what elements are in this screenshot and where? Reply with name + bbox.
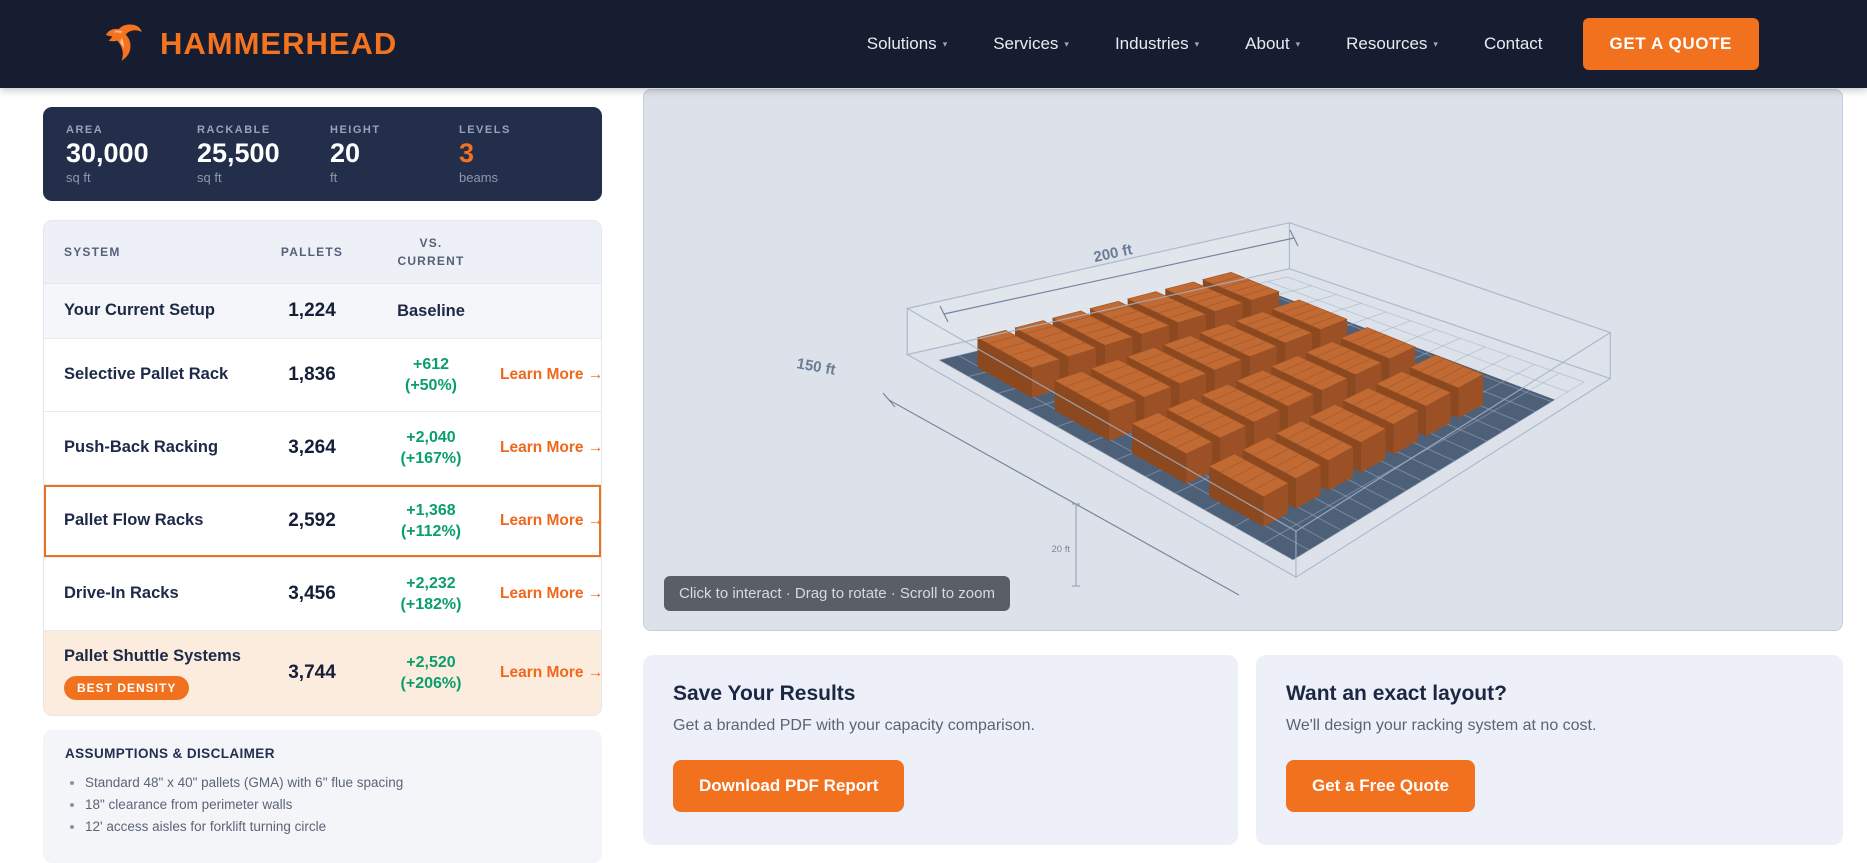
system-name: Pallet Shuttle Systems bbox=[64, 647, 241, 665]
navbar: HAMMERHEAD Solutions ▾ Services ▾ Industries… bbox=[0, 0, 1867, 88]
save-results-subtitle: Get a branded PDF with your capacity com… bbox=[673, 717, 1035, 734]
learn-more-link[interactable]: Learn More → bbox=[500, 439, 601, 456]
stat-rackable: RACKABLE 25,500 sq ft bbox=[197, 124, 330, 185]
learn-more-link[interactable]: Learn More → bbox=[500, 585, 601, 602]
viewport-hint-tooltip: Click to interact · Drag to rotate · Scr… bbox=[664, 576, 1010, 611]
stat-unit: beams bbox=[459, 169, 499, 185]
brand-logo[interactable]: HAMMERHEAD bbox=[100, 19, 397, 70]
get-a-quote-button[interactable]: GET A QUOTE bbox=[1582, 18, 1759, 70]
nav-item-resources[interactable]: Resources ▾ bbox=[1346, 34, 1438, 54]
vs-percent: (+182%) bbox=[400, 596, 462, 613]
hammerhead-shark-icon bbox=[100, 19, 146, 70]
nav-item-industries[interactable]: Industries ▾ bbox=[1115, 34, 1199, 54]
col-header-system: SYSTEM bbox=[64, 245, 121, 259]
table-row[interactable]: Pallet Shuttle Systems BEST DENSITY 3,744 +… bbox=[44, 630, 601, 716]
save-results-title: Save Your Results bbox=[673, 682, 856, 705]
system-name: Selective Pallet Rack bbox=[64, 365, 229, 384]
col-header-pallets: PALLETS bbox=[280, 245, 344, 259]
assumption-bullet: 18" clearance from perimeter walls bbox=[85, 795, 580, 815]
cta-cards-row: Save Your Results Get a branded PDF with… bbox=[643, 655, 1843, 845]
chevron-down-icon: ▾ bbox=[942, 39, 948, 49]
stat-unit: ft bbox=[330, 169, 338, 185]
assumptions-panel: ASSUMPTIONS & DISCLAIMER Standard 48" x … bbox=[43, 730, 602, 863]
vs-percent: (+206%) bbox=[400, 675, 462, 693]
vs-percent: (+167%) bbox=[400, 450, 462, 467]
dimension-label-height: 20 ft bbox=[1052, 544, 1071, 555]
stat-value: 30,000 bbox=[66, 137, 149, 168]
table-header-row: SYSTEM PALLETS VS. CURRENT bbox=[44, 221, 601, 284]
exact-layout-title: Want an exact layout? bbox=[1286, 682, 1507, 705]
learn-more-link[interactable]: Learn More → bbox=[500, 366, 601, 383]
vs-delta: +2,040 bbox=[406, 429, 456, 446]
results-column: AREA 30,000 sq ft RACKABLE 25,500 sq ft HEIGHT… bbox=[43, 107, 602, 863]
nav-menu: Solutions ▾ Services ▾ Industries ▾ About ▾ Reso… bbox=[867, 34, 1543, 54]
learn-more-link[interactable]: Learn More → bbox=[500, 512, 601, 529]
vs-delta: +612 bbox=[412, 356, 450, 373]
vs-percent: (+112%) bbox=[400, 523, 462, 540]
comparison-table: SYSTEM PALLETS VS. CURRENT Your Current … bbox=[43, 220, 602, 717]
warehouse-3d-scene: 200 ft150 ft20 ft bbox=[795, 222, 1612, 596]
stat-value: 3 bbox=[459, 137, 475, 168]
vs-percent: (+50%) bbox=[404, 377, 458, 394]
dimension-label-depth: 150 ft bbox=[795, 355, 837, 379]
pallets-value: 3,744 bbox=[288, 662, 336, 684]
system-name: Drive-In Racks bbox=[64, 584, 179, 603]
stat-label: LEVELS bbox=[459, 123, 511, 136]
exact-layout-card: Want an exact layout? We'll design your … bbox=[1256, 655, 1843, 845]
brand-name: HAMMERHEAD bbox=[160, 26, 398, 61]
table-row[interactable]: Your Current Setup 1,224 Baseline bbox=[44, 284, 601, 338]
chevron-down-icon: ▾ bbox=[1433, 39, 1438, 49]
vs-delta: +2,520 bbox=[406, 654, 456, 672]
nav-item-services[interactable]: Services ▾ bbox=[993, 34, 1069, 54]
assumption-bullet: 12' access aisles for forklift turning c… bbox=[85, 817, 580, 837]
input-summary-bar: AREA 30,000 sq ft RACKABLE 25,500 sq ft HEIGHT… bbox=[43, 107, 602, 201]
pallets-value: 3,264 bbox=[288, 437, 336, 458]
nav-item-contact[interactable]: Contact bbox=[1484, 34, 1543, 54]
table-row[interactable]: Drive-In Racks 3,456 +2,232 (+182%) Learn Mo… bbox=[44, 557, 601, 630]
stat-value: 20 bbox=[330, 137, 361, 168]
dimension-line bbox=[882, 392, 896, 408]
assumptions-title: ASSUMPTIONS & DISCLAIMER bbox=[65, 746, 275, 762]
stat-label: AREA bbox=[66, 123, 104, 136]
vs-delta: +1,368 bbox=[406, 502, 456, 519]
pallets-value: 3,456 bbox=[288, 583, 336, 604]
save-results-card: Save Your Results Get a branded PDF with… bbox=[643, 655, 1238, 845]
stat-area: AREA 30,000 sq ft bbox=[66, 124, 197, 185]
pallets-value: 1,224 bbox=[288, 300, 336, 321]
chevron-down-icon: ▾ bbox=[1064, 39, 1069, 49]
stat-levels: LEVELS 3 beams bbox=[459, 124, 602, 185]
pallets-value: 1,836 bbox=[288, 364, 336, 385]
assumption-bullet: Standard 48" x 40" pallets (GMA) with 6"… bbox=[85, 773, 580, 793]
free-quote-button[interactable]: Get a Free Quote bbox=[1286, 760, 1475, 812]
system-name: Pallet Flow Racks bbox=[64, 511, 204, 530]
vs-baseline: Baseline bbox=[397, 301, 465, 320]
table-row[interactable]: Selective Pallet Rack 1,836 +612 (+50%) Lear… bbox=[44, 338, 601, 411]
system-name: Your Current Setup bbox=[64, 301, 215, 320]
download-pdf-button[interactable]: Download PDF Report bbox=[673, 760, 905, 812]
chevron-down-icon: ▾ bbox=[1194, 39, 1200, 49]
nav-item-solutions[interactable]: Solutions ▾ bbox=[867, 34, 947, 54]
chevron-down-icon: ▾ bbox=[1295, 39, 1301, 49]
stat-height: HEIGHT 20 ft bbox=[330, 124, 459, 185]
stat-label: HEIGHT bbox=[330, 123, 381, 136]
warehouse-3d-viewport[interactable]: 200 ft 150 ft 20 ft Click to interact · Dr… bbox=[643, 89, 1843, 631]
visualization-column: 200 ft 150 ft 20 ft Click to interact · Dr… bbox=[643, 89, 1843, 845]
system-name: Push-Back Racking bbox=[64, 438, 219, 457]
table-row[interactable]: Pallet Flow Racks 2,592 +1,368 (+112%) Learn… bbox=[44, 484, 601, 557]
stat-unit: sq ft bbox=[197, 169, 222, 185]
exact-layout-subtitle: We'll design your racking system at no c… bbox=[1286, 717, 1597, 734]
col-header-vs-current: VS. CURRENT bbox=[397, 236, 465, 268]
learn-more-link[interactable]: Learn More → bbox=[500, 664, 601, 681]
stat-unit: sq ft bbox=[66, 169, 91, 185]
table-row[interactable]: Push-Back Racking 3,264 +2,040 (+167%) Learn… bbox=[44, 411, 601, 484]
pallets-value: 2,592 bbox=[288, 510, 336, 531]
stat-value: 25,500 bbox=[197, 137, 280, 168]
nav-item-about[interactable]: About ▾ bbox=[1245, 34, 1300, 54]
stat-label: RACKABLE bbox=[197, 123, 271, 136]
best-density-badge: BEST DENSITY bbox=[64, 676, 190, 701]
vs-delta: +2,232 bbox=[406, 575, 456, 592]
